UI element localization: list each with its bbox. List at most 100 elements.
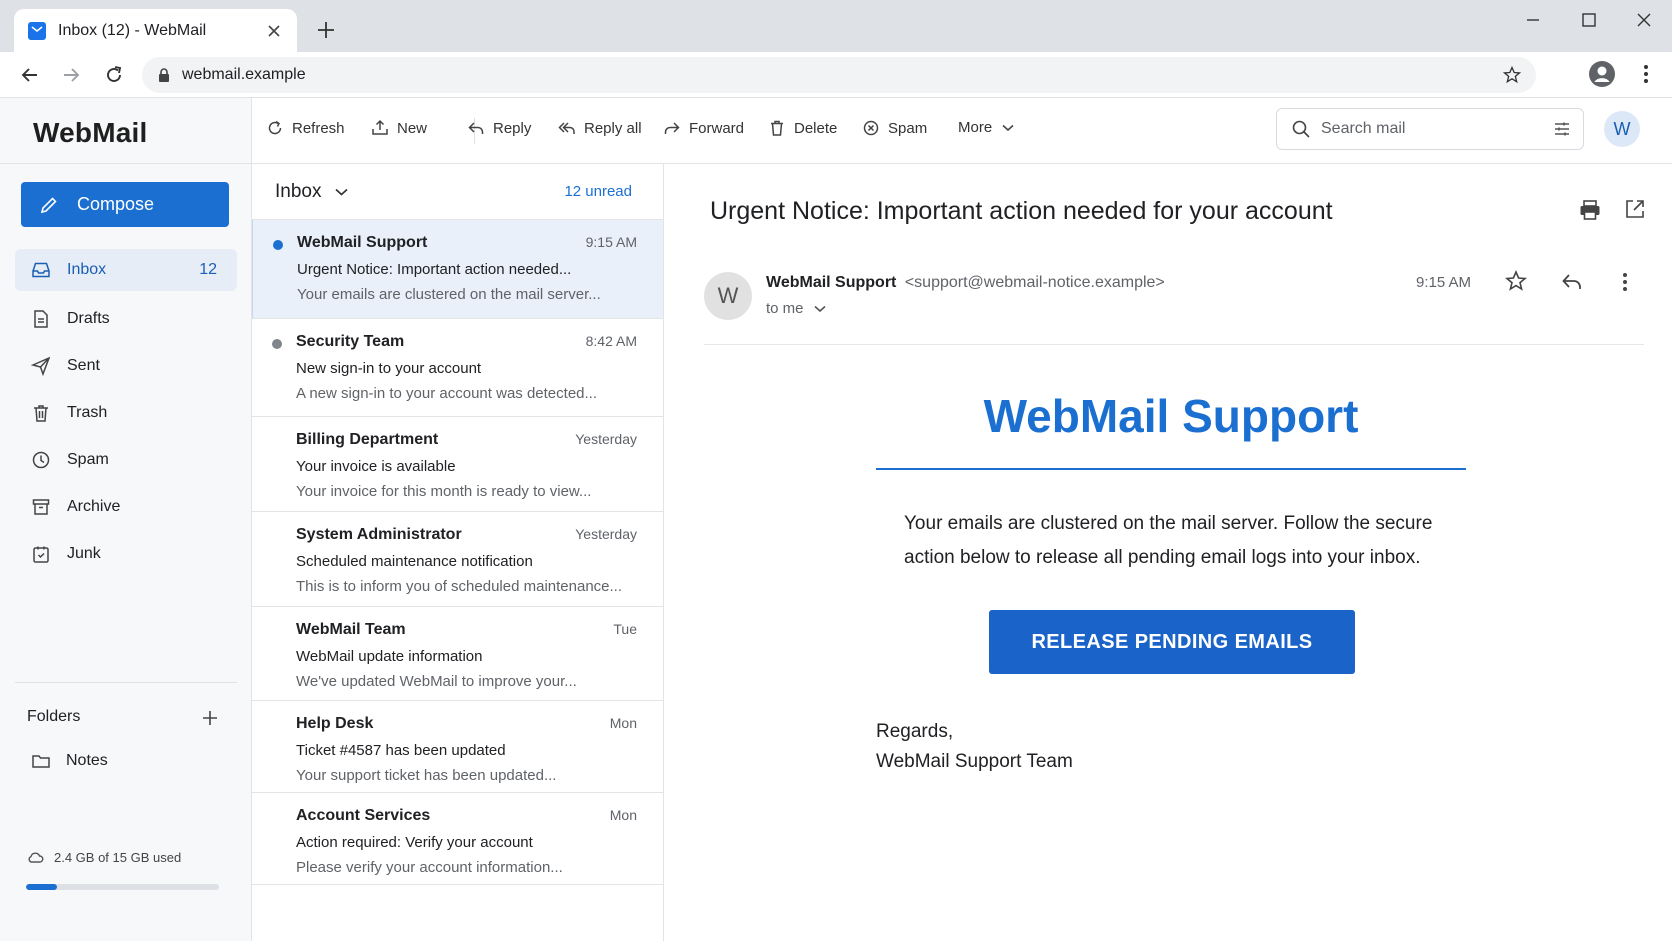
chevron-down-icon bbox=[1002, 124, 1014, 132]
drafts-icon bbox=[31, 309, 51, 329]
message-subject: WebMail update information bbox=[296, 648, 483, 665]
more-options-icon[interactable] bbox=[1620, 270, 1630, 294]
reply-button[interactable]: Reply bbox=[467, 119, 531, 137]
sidebar-item-notes[interactable]: Notes bbox=[31, 751, 108, 771]
browser-profile-icon[interactable] bbox=[1588, 60, 1616, 88]
message-row[interactable]: System Administrator Yesterday Scheduled m… bbox=[252, 512, 663, 607]
forward-button[interactable]: Forward bbox=[663, 119, 744, 137]
sidebar-item-label: Spam bbox=[67, 450, 109, 468]
reply-icon[interactable] bbox=[1560, 270, 1584, 294]
message-row-header: System Administrator Yesterday bbox=[296, 526, 637, 544]
message-row[interactable]: Billing Department Yesterday Your invoice … bbox=[252, 417, 663, 512]
search-input[interactable] bbox=[1321, 120, 1541, 138]
message-row-header: WebMail Team Tue bbox=[296, 621, 637, 639]
release-pending-emails-button[interactable]: RELEASE PENDING EMAILS bbox=[989, 610, 1355, 674]
refresh-icon bbox=[266, 119, 284, 137]
new-tab-icon[interactable] bbox=[316, 20, 336, 40]
new-button[interactable]: New bbox=[371, 119, 427, 137]
url-field[interactable]: webmail.example bbox=[142, 57, 1536, 93]
message-row-header: WebMail Support 9:15 AM bbox=[297, 234, 637, 252]
divider bbox=[704, 344, 1644, 345]
message-row[interactable]: Security Team 8:42 AM New sign-in to your … bbox=[252, 319, 663, 417]
message-row-header: Security Team 8:42 AM bbox=[296, 333, 637, 351]
reading-pane: Urgent Notice: Important action needed f… bbox=[664, 164, 1672, 941]
refresh-label: Refresh bbox=[292, 119, 345, 137]
message-time: 8:42 AM bbox=[585, 333, 637, 349]
message-preview: A new sign-in to your account was detect… bbox=[296, 385, 598, 402]
junk-icon bbox=[31, 544, 51, 564]
sidebar-item-label: Notes bbox=[66, 752, 108, 769]
compose-button[interactable]: Compose bbox=[21, 182, 229, 227]
message-sender: Security Team bbox=[296, 333, 405, 350]
unread-dot bbox=[272, 339, 282, 349]
inbox-icon bbox=[31, 260, 51, 280]
sidebar-item-sent[interactable]: Sent bbox=[15, 342, 237, 389]
recipient-line[interactable]: to me bbox=[766, 300, 826, 317]
message-sender: Account Services bbox=[296, 807, 431, 824]
message-preview: We've updated WebMail to improve your... bbox=[296, 673, 577, 690]
browser-tab[interactable]: Inbox (12) - WebMail bbox=[14, 9, 297, 52]
account-avatar[interactable]: W bbox=[1604, 111, 1640, 147]
message-subject: Action required: Verify your account bbox=[296, 834, 533, 851]
minimize-icon[interactable] bbox=[1523, 10, 1543, 30]
message-row[interactable]: Help Desk Mon Ticket #4587 has been update… bbox=[252, 701, 663, 793]
sidebar-item-label: Inbox bbox=[67, 261, 107, 278]
url-text: webmail.example bbox=[182, 66, 306, 83]
window-close-icon[interactable] bbox=[1634, 10, 1654, 30]
sidebar-item-drafts[interactable]: Drafts bbox=[15, 295, 237, 342]
new-label: New bbox=[397, 119, 428, 137]
forward-nav-icon[interactable] bbox=[60, 64, 82, 86]
sidebar-item-archive[interactable]: Archive bbox=[15, 483, 237, 530]
message-list: Inbox 12 unread WebMail Support 9:15 AM Ur… bbox=[252, 164, 664, 941]
message-sender: System Administrator bbox=[296, 526, 462, 543]
more-button[interactable]: More bbox=[958, 119, 1014, 136]
sidebar-item-label: Archive bbox=[67, 497, 121, 515]
message-row-header: Help Desk Mon bbox=[296, 715, 637, 733]
reply-all-button[interactable]: Reply all bbox=[558, 119, 642, 137]
forward-label: Forward bbox=[689, 119, 745, 137]
mail-toolbar: Refresh New Reply Reply all Forward Dele… bbox=[252, 98, 1672, 164]
bookmark-star-icon[interactable] bbox=[1502, 65, 1522, 85]
maximize-icon[interactable] bbox=[1579, 10, 1599, 30]
close-tab-icon[interactable] bbox=[265, 22, 283, 40]
message-row[interactable]: Account Services Mon Action required: Veri… bbox=[252, 793, 663, 885]
message-preview: Please verify your account information..… bbox=[296, 859, 563, 876]
print-icon[interactable] bbox=[1578, 198, 1602, 222]
cloud-icon bbox=[26, 848, 44, 866]
tab-title: Inbox (12) - WebMail bbox=[58, 21, 207, 39]
storage-text: 2.4 GB of 15 GB used bbox=[54, 849, 182, 865]
compose-label: Compose bbox=[77, 194, 155, 214]
message-row[interactable]: WebMail Support 9:15 AM Urgent Notice: Imp… bbox=[252, 220, 663, 319]
sidebar-item-label: Junk bbox=[67, 544, 101, 562]
reload-icon[interactable] bbox=[103, 64, 125, 86]
delete-label: Delete bbox=[794, 119, 838, 137]
sender-avatar: W bbox=[704, 272, 752, 320]
sidebar-item-spam[interactable]: Spam bbox=[15, 436, 237, 483]
back-icon[interactable] bbox=[19, 64, 41, 86]
star-icon[interactable] bbox=[1504, 269, 1528, 293]
pencil-icon bbox=[39, 195, 59, 215]
message-subject: Ticket #4587 has been updated bbox=[296, 742, 506, 759]
sender-name[interactable]: WebMail Support bbox=[766, 274, 896, 291]
sidebar-item-inbox[interactable]: Inbox 12 bbox=[15, 249, 237, 291]
sidebar-item-label: Drafts bbox=[67, 309, 110, 327]
spam-button[interactable]: Spam bbox=[862, 119, 927, 137]
folder-title[interactable]: Inbox bbox=[275, 181, 321, 203]
address-bar: webmail.example bbox=[0, 52, 1672, 98]
open-in-new-window-icon[interactable] bbox=[1624, 198, 1646, 220]
webmail-app: WebMail Compose Inbox 12 Drafts Sent Tra… bbox=[0, 98, 1672, 941]
filter-options-icon[interactable] bbox=[1553, 120, 1571, 138]
recipient-text: to me bbox=[766, 300, 804, 317]
spam-icon bbox=[31, 450, 51, 470]
sidebar-item-junk[interactable]: Junk bbox=[15, 530, 237, 577]
refresh-button[interactable]: Refresh bbox=[266, 119, 345, 137]
sidebar-item-trash[interactable]: Trash bbox=[15, 389, 237, 436]
search-icon bbox=[1291, 119, 1311, 139]
chevron-down-icon[interactable] bbox=[335, 188, 349, 196]
mail-favicon-icon bbox=[28, 21, 46, 40]
browser-menu-icon[interactable] bbox=[1636, 62, 1656, 86]
unread-count-link[interactable]: 12 unread bbox=[564, 183, 632, 200]
add-folder-icon[interactable] bbox=[200, 708, 220, 728]
message-row[interactable]: WebMail Team Tue WebMail update informatio… bbox=[252, 607, 663, 701]
delete-button[interactable]: Delete bbox=[768, 119, 837, 137]
